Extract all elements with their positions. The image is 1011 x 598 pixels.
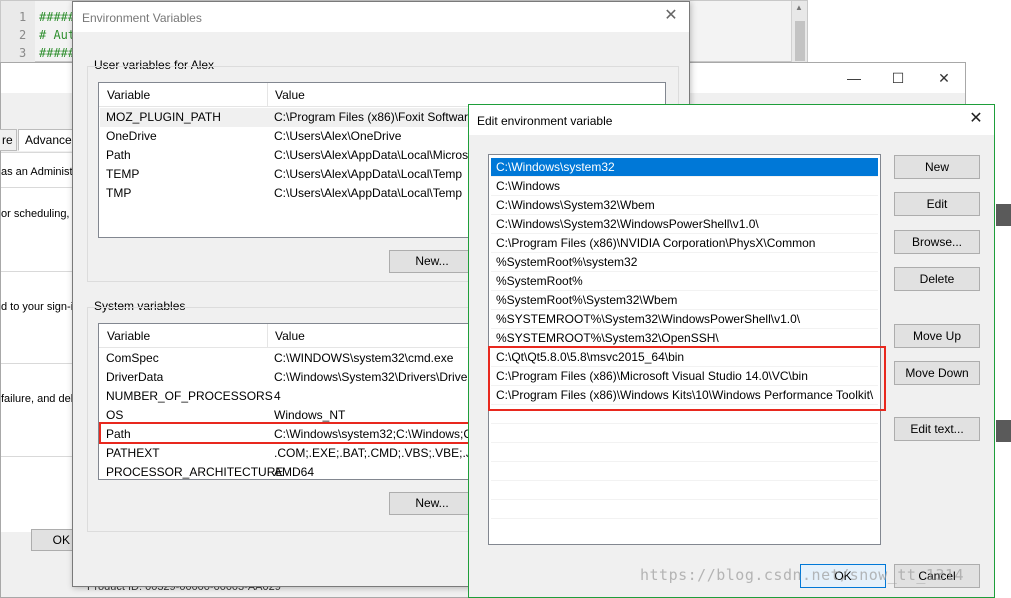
column-divider[interactable]	[267, 83, 268, 107]
close-icon[interactable]: ✕	[661, 6, 681, 26]
scheduling-text: or scheduling, m	[1, 208, 82, 220]
background-window-fragment	[996, 204, 1011, 226]
divider	[1, 271, 75, 272]
variable-name: MOZ_PLUGIN_PATH	[106, 110, 221, 124]
path-row-highlight	[99, 422, 487, 444]
dialog-title: Environment Variables	[82, 11, 202, 25]
list-item[interactable]: C:\Windows	[491, 177, 878, 196]
column-header-value[interactable]: Value	[275, 88, 305, 102]
empty-list-row[interactable]	[491, 424, 878, 443]
variable-name: OS	[106, 408, 124, 422]
divider	[1, 456, 75, 457]
tab-advanced[interactable]: Advanced	[18, 129, 78, 151]
user-new-button[interactable]: New...	[389, 250, 475, 273]
list-item[interactable]: C:\Program Files (x86)\NVIDIA Corporatio…	[491, 234, 878, 253]
title-bar: Environment Variables ✕	[73, 2, 689, 32]
code-line: # Aut	[39, 28, 76, 42]
tab-content: as an Administra or scheduling, m d to y…	[1, 152, 83, 532]
scrollbar-thumb[interactable]	[795, 21, 805, 61]
delete-button[interactable]: Delete	[894, 267, 980, 291]
new-button[interactable]: New	[894, 155, 980, 179]
variable-value: Windows_NT	[274, 408, 346, 422]
performance-text: as an Administra	[1, 166, 83, 178]
empty-list-row[interactable]	[491, 481, 878, 500]
empty-list-row[interactable]	[491, 500, 878, 519]
column-header-value[interactable]: Value	[275, 329, 305, 343]
user-profiles-text: d to your sign-in	[1, 301, 80, 313]
list-item[interactable]: C:\Windows\System32\WindowsPowerShell\v1…	[491, 215, 878, 234]
variable-value: AMD64	[274, 465, 315, 479]
ok-button[interactable]: OK	[31, 529, 75, 551]
variable-name: PATHEXT	[106, 446, 160, 460]
tab-hardware[interactable]: re	[0, 129, 17, 151]
code-line: #####	[39, 46, 76, 60]
list-item[interactable]: %SYSTEMROOT%\System32\WindowsPowerShell\…	[491, 310, 878, 329]
variable-value: C:\Windows\System32\Drivers\Drive	[274, 370, 468, 384]
list-item[interactable]: C:\Windows\system32	[491, 158, 878, 177]
new-entries-highlight	[488, 346, 886, 411]
background-window-fragment	[996, 420, 1011, 442]
variable-name: PROCESSOR_ARCHITECTURE	[106, 465, 284, 479]
edit-button[interactable]: Edit	[894, 192, 980, 216]
list-item[interactable]: %SystemRoot%\System32\Wbem	[491, 291, 878, 310]
divider	[1, 187, 75, 188]
variable-value: C:\Users\Alex\OneDrive	[274, 129, 402, 143]
list-item[interactable]: %SystemRoot%	[491, 272, 878, 291]
move-up-button[interactable]: Move Up	[894, 324, 980, 348]
line-number: 2	[19, 28, 27, 42]
variable-name: TMP	[106, 186, 132, 200]
watermark: https://blog.csdn.net/snow_tt_1314	[640, 566, 965, 584]
variable-name: NUMBER_OF_PROCESSORS	[106, 389, 273, 403]
empty-list-row[interactable]	[491, 443, 878, 462]
variable-name: ComSpec	[106, 351, 159, 365]
list-item[interactable]: C:\Windows\System32\Wbem	[491, 196, 878, 215]
column-divider[interactable]	[267, 324, 268, 348]
variable-name: DriverData	[106, 370, 164, 384]
variable-value: C:\WINDOWS\system32\cmd.exe	[274, 351, 454, 365]
list-item[interactable]: %SystemRoot%\system32	[491, 253, 878, 272]
close-icon[interactable]: ✕	[966, 109, 986, 129]
move-down-button[interactable]: Move Down	[894, 361, 980, 385]
variable-value: .COM;.EXE;.BAT;.CMD;.VBS;.VBE;.JS;.J	[274, 446, 493, 460]
close-icon[interactable]: ✕	[929, 67, 959, 89]
line-number-gutter	[1, 1, 35, 63]
variable-name: Path	[106, 148, 131, 162]
line-number: 1	[19, 10, 27, 24]
dialog-title: Edit environment variable	[477, 114, 613, 128]
variable-value: 4	[274, 389, 281, 403]
startup-recovery-text: failure, and deb	[1, 393, 77, 405]
line-number: 3	[19, 46, 27, 60]
column-header-variable[interactable]: Variable	[107, 329, 150, 343]
variable-value: C:\Users\Alex\AppData\Local\Micros	[274, 148, 469, 162]
variable-name: OneDrive	[106, 129, 157, 143]
divider	[1, 363, 75, 364]
editor-scrollbar[interactable]: ▲	[791, 1, 807, 63]
system-new-button[interactable]: New...	[389, 492, 475, 515]
variable-value: C:\Users\Alex\AppData\Local\Temp	[274, 186, 463, 200]
column-header-variable[interactable]: Variable	[107, 88, 150, 102]
browse-button[interactable]: Browse...	[894, 230, 980, 254]
code-line: #####	[39, 10, 76, 24]
variable-name: TEMP	[106, 167, 140, 181]
minimize-icon[interactable]: —	[839, 67, 869, 89]
empty-list-row[interactable]	[491, 462, 878, 481]
variable-value: C:\Program Files (x86)\Foxit Software	[274, 110, 475, 124]
variable-value: C:\Users\Alex\AppData\Local\Temp	[274, 167, 463, 181]
scroll-up-icon[interactable]: ▲	[795, 3, 803, 12]
maximize-icon[interactable]: ☐	[883, 67, 913, 89]
edit-text-button[interactable]: Edit text...	[894, 417, 980, 441]
title-bar: Edit environment variable ✕	[469, 105, 994, 135]
